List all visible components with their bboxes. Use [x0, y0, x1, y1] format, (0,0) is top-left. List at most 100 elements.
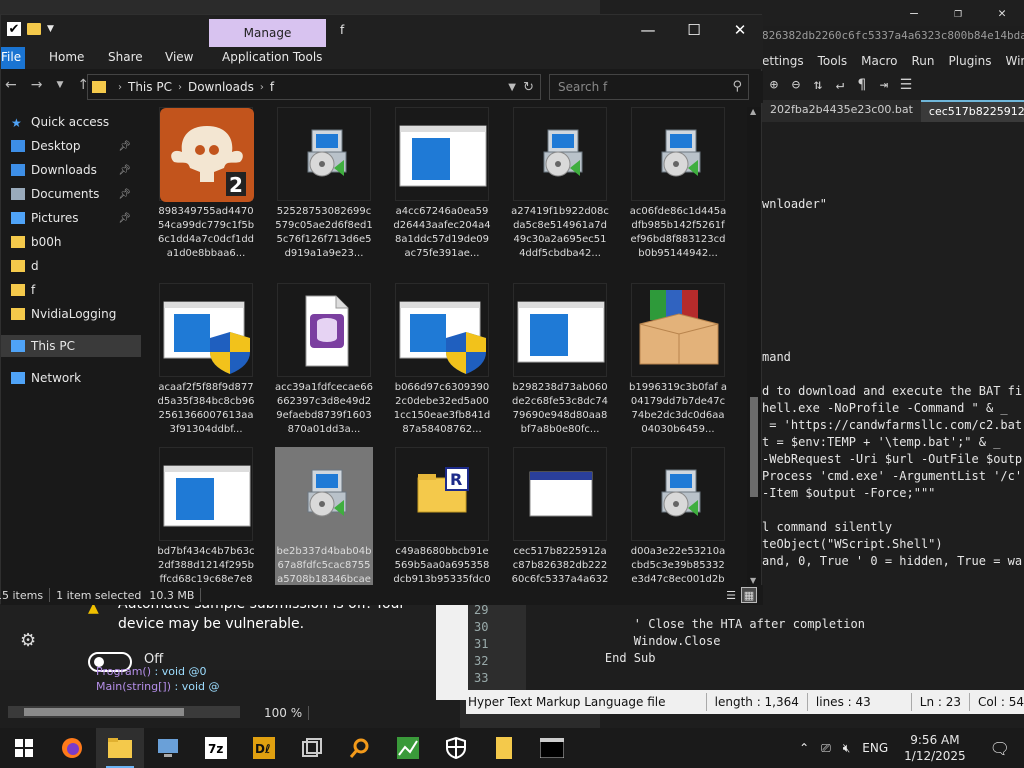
sidebar-item-this-pc[interactable]: This PC	[1, 335, 141, 357]
vertical-scrollbar[interactable]: ▲ ▼	[747, 107, 761, 585]
file-item[interactable]: cec517b8225912ac87b826382db22260c6fc5337…	[511, 447, 609, 585]
new-folder-icon[interactable]	[27, 23, 41, 35]
close-icon[interactable]: ✕	[980, 0, 1024, 26]
gear-icon[interactable]: ⚙	[20, 630, 36, 651]
file-item[interactable]: bd7bf434c4b7b63c2df388d1214f295bffcd68c1…	[157, 447, 255, 585]
code-area[interactable]: wnloader" mand d to download and execute t…	[762, 128, 1024, 588]
file-item[interactable]: d00a3e22e53210acbd5c3e39b85332e3d47c8ec0…	[629, 447, 727, 585]
back-icon[interactable]: ←	[5, 77, 17, 93]
file-item[interactable]: b298238d73ab060de2c68fe53c8dc7479690e948…	[511, 283, 609, 443]
file-item[interactable]: a27419f1b922d08cda5c8e514961a7d49c30a2a6…	[511, 107, 609, 267]
refresh-icon[interactable]: ↻	[523, 80, 534, 95]
file-item[interactable]: 2 898349755ad447054ca99dc779c1f5b6c1dd4a7…	[157, 107, 255, 267]
search-tool-icon[interactable]	[336, 728, 384, 768]
input-language[interactable]: ENG	[862, 741, 888, 755]
die-icon[interactable]: Dℓ	[240, 728, 288, 768]
tab-share[interactable]: Share	[108, 50, 143, 64]
chevron-right-icon[interactable]: ›	[178, 82, 182, 93]
sidebar-item-b00h[interactable]: b00h	[1, 231, 141, 253]
breadcrumb-f[interactable]: f	[270, 80, 274, 94]
tab-hta[interactable]: cec517b8225912a	[920, 100, 1024, 122]
file-item[interactable]: 52528753082699c579c05ae2d6f8ed15c76f126f…	[275, 107, 373, 267]
code-lower-pane[interactable]: 29 30 31 32 33 ' Close the HTA after com…	[466, 602, 1024, 690]
minimize-icon[interactable]: —	[892, 0, 936, 26]
chevron-right-icon[interactable]: ›	[260, 82, 264, 93]
chevron-up-icon[interactable]: ⌃	[799, 741, 809, 755]
sidebar-item-pictures[interactable]: Pictures 📌︎	[1, 207, 141, 229]
large-icons-view-icon[interactable]: ▦	[741, 587, 757, 603]
close-icon[interactable]: ✕	[717, 15, 763, 45]
menu-tools[interactable]: Tools	[818, 54, 848, 68]
chevron-down-icon[interactable]: ▼	[47, 24, 54, 34]
sidebar-item-desktop[interactable]: Desktop 📌︎	[1, 135, 141, 157]
zoom-in-icon[interactable]: ⊕	[766, 77, 782, 93]
start-button[interactable]	[0, 728, 48, 768]
file-item[interactable]: acaaf2f5f88f9d877d5a35f384bc8cb962561366…	[157, 283, 255, 443]
tab-application-tools[interactable]: Application Tools	[222, 50, 322, 64]
shield-app-icon[interactable]	[432, 728, 480, 768]
pilcrow-icon[interactable]: ¶	[854, 77, 870, 93]
address-bar[interactable]: › This PC › Downloads › f ▼ ↻	[87, 74, 541, 100]
scroll-up-icon[interactable]: ▲	[750, 107, 756, 116]
tree-item[interactable]: Program() : void @0	[96, 664, 220, 679]
tab-view[interactable]: View	[165, 50, 193, 64]
tab-home[interactable]: Home	[49, 50, 84, 64]
menu-macro[interactable]: Macro	[861, 54, 897, 68]
sidebar-item-nvidialogging[interactable]: NvidiaLogging	[1, 303, 141, 325]
volume-muted-icon[interactable]: 🔇︎	[843, 741, 851, 756]
clock[interactable]: 9:56 AM 1/12/2025	[904, 732, 966, 764]
sidebar-item-network[interactable]: Network	[1, 367, 141, 389]
recent-dropdown-icon[interactable]: ▼	[56, 80, 63, 93]
sidebar-item-downloads[interactable]: Downloads 📌︎	[1, 159, 141, 181]
breadcrumb-downloads[interactable]: Downloads	[188, 80, 254, 94]
chevron-right-icon[interactable]: ›	[118, 82, 122, 93]
manage-tab[interactable]: Manage	[209, 19, 326, 47]
image-editor-icon[interactable]	[384, 728, 432, 768]
zoom-level[interactable]: 100 %	[258, 706, 310, 720]
tab-bat[interactable]: 202fba2b4435e23c00.bat	[762, 100, 921, 122]
file-item[interactable]: a4cc67246a0ea59d26443aafec204a48a1ddc57d…	[393, 107, 491, 267]
sync-icon[interactable]: ⇅	[810, 77, 826, 93]
sidebar-item-f[interactable]: f	[1, 279, 141, 301]
forward-icon[interactable]: →	[31, 77, 43, 93]
sidebar-item-documents[interactable]: Documents 📌︎	[1, 183, 141, 205]
file-explorer-icon[interactable]	[96, 728, 144, 768]
maximize-icon[interactable]: ☐	[671, 15, 717, 45]
sidebar-item-quick-access[interactable]: ★ Quick access	[1, 111, 141, 133]
file-item[interactable]: acc39a1fdfcecae66662397c3d8e49d29efaebd8…	[275, 283, 373, 443]
network-tool-icon[interactable]	[144, 728, 192, 768]
sidebar-item-d[interactable]: d	[1, 255, 141, 277]
notes-icon[interactable]	[480, 728, 528, 768]
properties-icon[interactable]: ✔	[7, 22, 21, 37]
list-icon[interactable]: ☰	[898, 77, 914, 93]
search-input[interactable]: Search f ⚲	[549, 74, 749, 100]
menu-window[interactable]: Window	[1006, 54, 1024, 68]
tab-file[interactable]: File	[1, 47, 25, 69]
scroll-thumb[interactable]	[750, 397, 758, 497]
file-item[interactable]: b1996319c3b0faf a04179dd7b7de47c74be2dc3…	[629, 283, 727, 443]
terminal-icon[interactable]	[528, 728, 576, 768]
chevron-down-icon[interactable]: ▼	[508, 82, 516, 93]
menu-settings[interactable]: ettings	[762, 54, 804, 68]
file-item[interactable]: b066d97c63093902c0debe32ed5a001cc150eae3…	[393, 283, 491, 443]
scroll-down-icon[interactable]: ▼	[750, 576, 756, 585]
network-status-icon[interactable]: ⎚	[821, 741, 831, 756]
menu-run[interactable]: Run	[912, 54, 935, 68]
minimize-icon[interactable]: —	[625, 15, 671, 45]
file-item[interactable]: Rc49a8680bbcb91e569b5aa0a695358dcb913b95…	[393, 447, 491, 585]
notifications-icon[interactable]: 🗨︎	[990, 739, 1010, 758]
tree-item[interactable]: Main(string[]) : void @	[96, 679, 220, 694]
horizontal-scrollbar[interactable]	[8, 706, 240, 718]
zoom-out-icon[interactable]: ⊖	[788, 77, 804, 93]
wrap-icon[interactable]: ↵	[832, 77, 848, 93]
file-item[interactable]: be2b337d4bab04b67a8fdfc5cac8755a5708b183…	[275, 447, 373, 585]
file-item[interactable]: ac06fde86c1d445adfb985b142f5261fef96bd8f…	[629, 107, 727, 267]
breadcrumb-this-pc[interactable]: This PC	[128, 80, 172, 94]
restore-icon[interactable]: ❐	[936, 0, 980, 26]
menu-plugins[interactable]: Plugins	[949, 54, 992, 68]
firefox-icon[interactable]	[48, 728, 96, 768]
indent-icon[interactable]: ⇥	[876, 77, 892, 93]
7zip-icon[interactable]: 7z	[192, 728, 240, 768]
task-view-icon[interactable]	[288, 728, 336, 768]
details-view-icon[interactable]: ☰	[723, 587, 739, 603]
